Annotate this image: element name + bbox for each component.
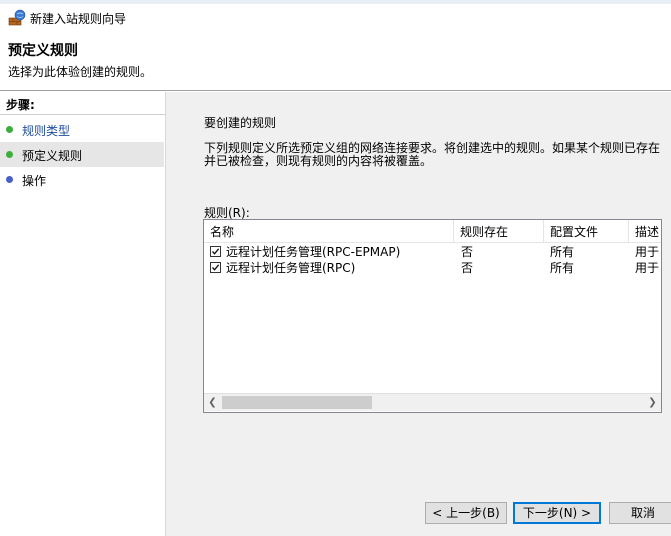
rule-description: 用于 <box>635 261 660 275</box>
cancel-button[interactable]: 取消 <box>609 502 671 524</box>
firewall-wizard-icon <box>8 9 26 26</box>
step-pending-dot-icon <box>6 176 13 183</box>
page-title: 预定义规则 <box>8 43 78 59</box>
step-completed-dot-icon <box>6 126 13 133</box>
horizontal-scrollbar[interactable]: ❮ ❯ <box>204 393 661 411</box>
column-header-profile[interactable]: 配置文件 <box>544 220 629 242</box>
section-description: 下列规则定义所选预定义组的网络连接要求。将创建选中的规则。如果某个规则已存在并已… <box>204 141 661 168</box>
title-bar: 新建入站规则向导 <box>0 0 671 36</box>
table-row[interactable]: 远程计划任务管理(RPC) 否 所有 用于 <box>204 260 661 276</box>
checkmark-icon <box>212 264 220 271</box>
content-pane: 要创建的规则 下列规则定义所选预定义组的网络连接要求。将创建选中的规则。如果某个… <box>166 92 671 536</box>
scrollbar-thumb[interactable] <box>222 396 372 409</box>
rule-checkbox[interactable] <box>210 246 221 257</box>
step-predefined-rules: 预定义规则 <box>0 142 164 167</box>
steps-label: 步骤: <box>6 98 35 112</box>
step-label: 预定义规则 <box>22 149 83 163</box>
step-action: 操作 <box>0 167 164 192</box>
window-title: 新建入站规则向导 <box>30 12 127 26</box>
scroll-left-arrow-icon[interactable]: ❮ <box>204 394 221 411</box>
step-label: 规则类型 <box>22 124 71 138</box>
scroll-right-arrow-icon[interactable]: ❯ <box>644 394 661 411</box>
rule-exists: 否 <box>461 261 474 275</box>
window-top-strip <box>0 0 671 4</box>
step-current-dot-icon <box>6 151 13 158</box>
section-heading: 要创建的规则 <box>204 116 277 130</box>
next-button[interactable]: 下一步(N) > <box>513 502 601 524</box>
steps-pane: 步骤: 规则类型 预定义规则 操作 <box>0 92 166 536</box>
rule-name: 远程计划任务管理(RPC-EPMAP) <box>226 245 401 259</box>
rule-profile: 所有 <box>550 245 575 259</box>
rule-description: 用于 <box>635 245 660 259</box>
table-row[interactable]: 远程计划任务管理(RPC-EPMAP) 否 所有 用于 <box>204 244 661 260</box>
rule-checkbox[interactable] <box>210 262 221 273</box>
column-header-name[interactable]: 名称 <box>204 220 454 242</box>
column-header-description[interactable]: 描述 <box>629 220 661 242</box>
rule-exists: 否 <box>461 245 474 259</box>
listview-header: 名称 规则存在 配置文件 描述 <box>204 220 661 243</box>
step-rule-type[interactable]: 规则类型 <box>0 117 164 142</box>
column-header-exists[interactable]: 规则存在 <box>454 220 544 242</box>
rule-name: 远程计划任务管理(RPC) <box>226 261 356 275</box>
step-label: 操作 <box>22 174 47 188</box>
checkmark-icon <box>212 248 220 255</box>
wizard-header: 预定义规则 选择为此体验创建的规则。 <box>0 36 671 91</box>
rule-profile: 所有 <box>550 261 575 275</box>
rules-listview[interactable]: 名称 规则存在 配置文件 描述 远程计划任务管理(RPC-EPMAP) 否 所有… <box>203 219 662 413</box>
back-button[interactable]: < 上一步(B) <box>425 502 507 524</box>
steps-divider <box>0 114 165 115</box>
page-subtitle: 选择为此体验创建的规则。 <box>8 65 153 79</box>
